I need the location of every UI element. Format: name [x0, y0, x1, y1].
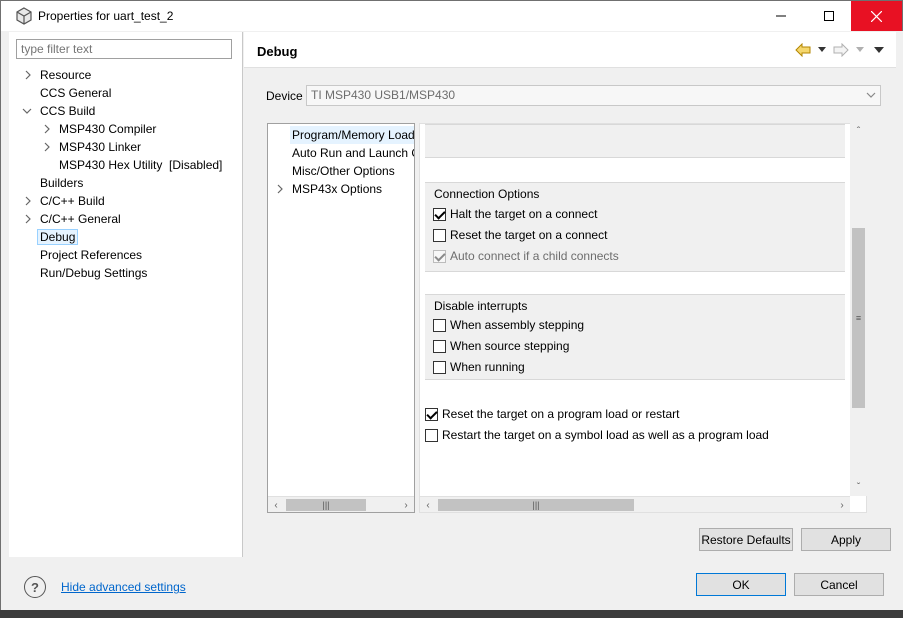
checkbox-unchecked[interactable]: [433, 339, 446, 353]
device-value: TI MSP430 USB1/MSP430: [311, 88, 456, 102]
scroll-up-icon[interactable]: ˆ: [850, 123, 867, 139]
source-stepping-checkbox[interactable]: When source stepping: [433, 337, 569, 355]
sidebar-item-msp430-compiler[interactable]: MSP430 Compiler: [59, 120, 156, 138]
checkbox-checked[interactable]: [425, 407, 438, 421]
restore-defaults-button[interactable]: Restore Defaults: [699, 528, 793, 551]
checkbox-unchecked[interactable]: [433, 318, 446, 332]
scroll-right-icon[interactable]: ›: [834, 497, 850, 512]
restart-on-symbol-load-checkbox[interactable]: Restart the target on a symbol load as w…: [425, 426, 769, 444]
list-item-msp43x-options[interactable]: MSP43x Options: [292, 180, 382, 198]
checkbox-checked[interactable]: [433, 207, 446, 221]
close-button[interactable]: [851, 1, 902, 31]
sidebar-item-cpp-build[interactable]: C/C++ Build: [40, 192, 105, 210]
help-icon[interactable]: ?: [24, 576, 46, 598]
list-item-auto-run[interactable]: Auto Run and Launch Options: [292, 144, 414, 162]
sidebar-item-builders[interactable]: Builders: [40, 174, 83, 192]
sidebar-item-msp430-linker[interactable]: MSP430 Linker: [59, 138, 141, 156]
minimize-icon: [776, 15, 786, 17]
options-panel: Connection Options Halt the target on a …: [419, 123, 867, 513]
scroll-thumb[interactable]: |||: [438, 499, 634, 511]
previous-group-box: [425, 124, 845, 158]
forward-arrow-icon: [833, 43, 849, 57]
checkbox-unchecked[interactable]: [433, 228, 446, 242]
asm-stepping-checkbox[interactable]: When assembly stepping: [433, 316, 584, 334]
sidebar-item-project-references[interactable]: Project References: [40, 246, 142, 264]
scroll-left-icon[interactable]: ‹: [268, 497, 284, 512]
device-label: Device: [266, 89, 303, 103]
scroll-down-icon[interactable]: ˇ: [850, 479, 867, 495]
apply-button[interactable]: Apply: [801, 528, 891, 551]
page-title: Debug: [257, 44, 298, 59]
view-menu-button[interactable]: [874, 42, 884, 58]
sidebar-item-ccs-general[interactable]: CCS General: [40, 84, 111, 102]
scroll-right-icon[interactable]: ›: [398, 497, 414, 512]
hide-advanced-settings-link[interactable]: Hide advanced settings: [61, 580, 186, 594]
sidebar-item-debug[interactable]: Debug: [37, 228, 79, 246]
checkbox-disabled-checked: [433, 249, 446, 263]
cancel-button[interactable]: Cancel: [794, 573, 884, 596]
list-item-program-memory-load[interactable]: Program/Memory Load: [290, 126, 414, 144]
maximize-button[interactable]: [806, 1, 852, 31]
properties-dialog: Properties for uart_test_2 Resource CCS …: [0, 0, 903, 618]
debug-page: Debug Device TI MSP430 USB1/MSP430 Progr…: [244, 32, 896, 557]
scroll-left-icon[interactable]: ‹: [420, 497, 436, 512]
forward-button[interactable]: [833, 42, 849, 58]
checkbox-unchecked[interactable]: [425, 428, 438, 442]
sidebar-item-run-debug-settings[interactable]: Run/Debug Settings: [40, 264, 147, 282]
expand-arrow-icon[interactable]: [42, 138, 52, 156]
close-icon: [871, 10, 882, 22]
collapse-arrow-icon[interactable]: [22, 102, 32, 120]
app-cube-icon: [16, 7, 32, 25]
page-header: Debug: [244, 32, 896, 68]
sidebar-item-ccs-build[interactable]: CCS Build: [40, 102, 95, 120]
window-frame-bottom: [0, 610, 903, 618]
debug-category-list: Program/Memory Load Auto Run and Launch …: [267, 123, 415, 513]
sidebar-item-cpp-general[interactable]: C/C++ General: [40, 210, 121, 228]
maximize-icon: [824, 11, 834, 21]
back-button[interactable]: [795, 42, 811, 58]
chevron-down-icon: [866, 92, 876, 98]
scroll-thumb[interactable]: ≡: [852, 228, 865, 408]
options-horizontal-scrollbar[interactable]: ‹ ||| ›: [420, 496, 850, 512]
view-menu-icon: [874, 47, 884, 53]
connection-options-title: Connection Options: [434, 187, 540, 201]
title-bar: Properties for uart_test_2: [1, 1, 902, 31]
dialog-footer: ? Hide advanced settings OK Cancel: [2, 559, 903, 611]
auto-connect-checkbox: Auto connect if a child connects: [433, 247, 619, 265]
scroll-thumb[interactable]: |||: [286, 499, 366, 511]
when-running-checkbox[interactable]: When running: [433, 358, 525, 376]
back-history-dropdown[interactable]: [818, 42, 826, 58]
options-vertical-scrollbar[interactable]: ˆ ≡ ˇ: [850, 123, 867, 496]
forward-history-dropdown[interactable]: [856, 42, 864, 58]
nav-pane: Resource CCS General CCS Build MSP430 Co…: [9, 32, 242, 557]
back-arrow-icon: [795, 43, 811, 57]
sidebar-item-resource[interactable]: Resource: [40, 66, 91, 84]
expand-arrow-icon[interactable]: [275, 180, 285, 198]
reset-on-load-checkbox[interactable]: Reset the target on a program load or re…: [425, 405, 679, 423]
filter-input[interactable]: [16, 39, 232, 59]
dropdown-arrow-icon: [856, 47, 864, 52]
expand-arrow-icon[interactable]: [23, 66, 33, 84]
reset-on-connect-checkbox[interactable]: Reset the target on a connect: [433, 226, 607, 244]
disable-interrupts-group: Disable interrupts When assembly steppin…: [425, 294, 845, 380]
connection-options-group: Connection Options Halt the target on a …: [425, 182, 845, 272]
pane-divider[interactable]: [242, 32, 243, 557]
disable-interrupts-title: Disable interrupts: [434, 299, 528, 313]
expand-arrow-icon[interactable]: [42, 120, 52, 138]
dialog-content: Resource CCS General CCS Build MSP430 Co…: [2, 31, 903, 611]
ok-button[interactable]: OK: [696, 573, 786, 596]
expand-arrow-icon[interactable]: [23, 192, 33, 210]
list-item-misc-options[interactable]: Misc/Other Options: [292, 162, 395, 180]
expand-arrow-icon[interactable]: [23, 210, 33, 228]
window-title: Properties for uart_test_2: [38, 9, 174, 23]
sidebar-item-msp430-hex-utility[interactable]: MSP430 Hex Utility [Disabled]: [59, 156, 222, 174]
checkbox-unchecked[interactable]: [433, 360, 446, 374]
device-select[interactable]: TI MSP430 USB1/MSP430: [306, 85, 881, 106]
minimize-button[interactable]: [758, 1, 804, 31]
halt-on-connect-checkbox[interactable]: Halt the target on a connect: [433, 205, 597, 223]
dropdown-arrow-icon: [818, 47, 826, 52]
list-horizontal-scrollbar[interactable]: ‹ ||| ›: [268, 496, 414, 512]
